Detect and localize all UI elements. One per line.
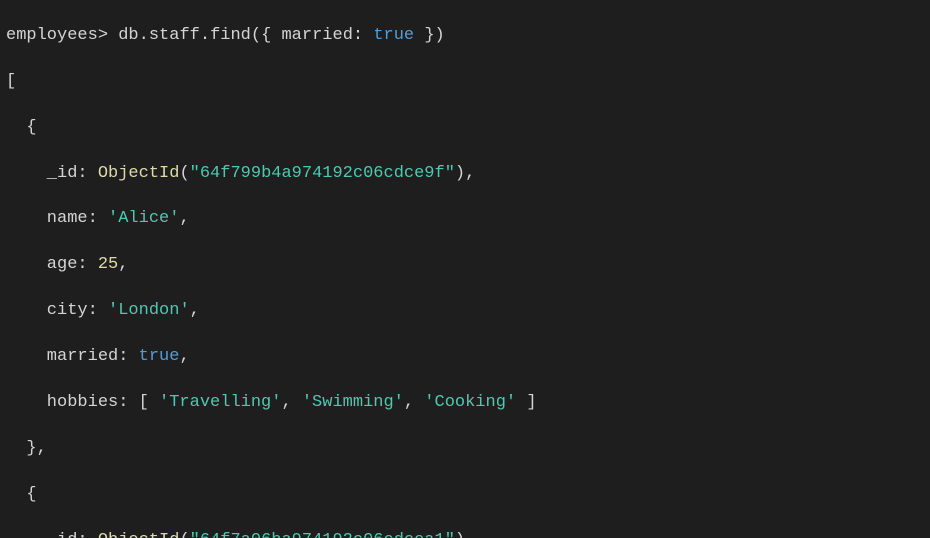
doc0-id-line: _id: ObjectId("64f799b4a974192c06cdce9f"… (6, 163, 924, 186)
city-value: 'London' (108, 301, 190, 320)
array-open: [ (6, 71, 924, 94)
command-line[interactable]: employees> db.staff.find({ married: true… (6, 25, 924, 48)
age-label: age: (6, 255, 98, 274)
age-value: 25 (98, 255, 118, 274)
name-value: 'Alice' (108, 209, 179, 228)
cmd-close: }) (414, 26, 445, 45)
hobbies-close: ] (516, 393, 536, 412)
hobby-sep: , (281, 393, 301, 412)
doc1-id-line: _id: ObjectId("64f7a06ba974192c06cdcea1"… (6, 530, 924, 538)
cmd-prefix: db.staff. (118, 26, 210, 45)
cmd-filter-key: married (281, 26, 352, 45)
city-label: city: (6, 301, 108, 320)
id-label: _id: (6, 164, 98, 183)
doc0-city-line: city: 'London', (6, 300, 924, 323)
doc0-hobbies-line: hobbies: [ 'Travelling', 'Swimming', 'Co… (6, 392, 924, 415)
married-tail: , (179, 347, 189, 366)
age-tail: , (118, 255, 128, 274)
objectid-value: "64f7a06ba974192c06cdcea1" (190, 531, 455, 538)
cmd-find: find (210, 26, 251, 45)
hobbies-label: hobbies: [ (6, 393, 159, 412)
hobby-value: 'Swimming' (302, 393, 404, 412)
doc-open-1: { (6, 484, 924, 507)
objectid-close: ), (455, 164, 475, 183)
doc0-married-line: married: true, (6, 346, 924, 369)
prompt-db: employees (6, 26, 98, 45)
doc0-age-line: age: 25, (6, 254, 924, 277)
objectid-open: ( (179, 164, 189, 183)
objectid-fn: ObjectId (98, 164, 180, 183)
prompt-suffix: > (98, 26, 118, 45)
city-tail: , (190, 301, 200, 320)
cmd-filter-val: true (373, 26, 414, 45)
id-label: _id: (6, 531, 98, 538)
cmd-open: ({ (251, 26, 282, 45)
doc-open-0: { (6, 117, 924, 140)
married-value: true (139, 347, 180, 366)
terminal-output: employees> db.staff.find({ married: true… (0, 0, 930, 538)
married-label: married: (6, 347, 139, 366)
cmd-colon: : (353, 26, 373, 45)
objectid-value: "64f799b4a974192c06cdce9f" (190, 164, 455, 183)
name-tail: , (179, 209, 189, 228)
name-label: name: (6, 209, 108, 228)
objectid-open: ( (179, 531, 189, 538)
objectid-fn: ObjectId (98, 531, 180, 538)
hobby-value: 'Cooking' (424, 393, 516, 412)
hobby-value: 'Travelling' (159, 393, 281, 412)
hobby-sep: , (404, 393, 424, 412)
doc0-name-line: name: 'Alice', (6, 208, 924, 231)
objectid-close: ), (455, 531, 475, 538)
doc-close-0: }, (6, 438, 924, 461)
